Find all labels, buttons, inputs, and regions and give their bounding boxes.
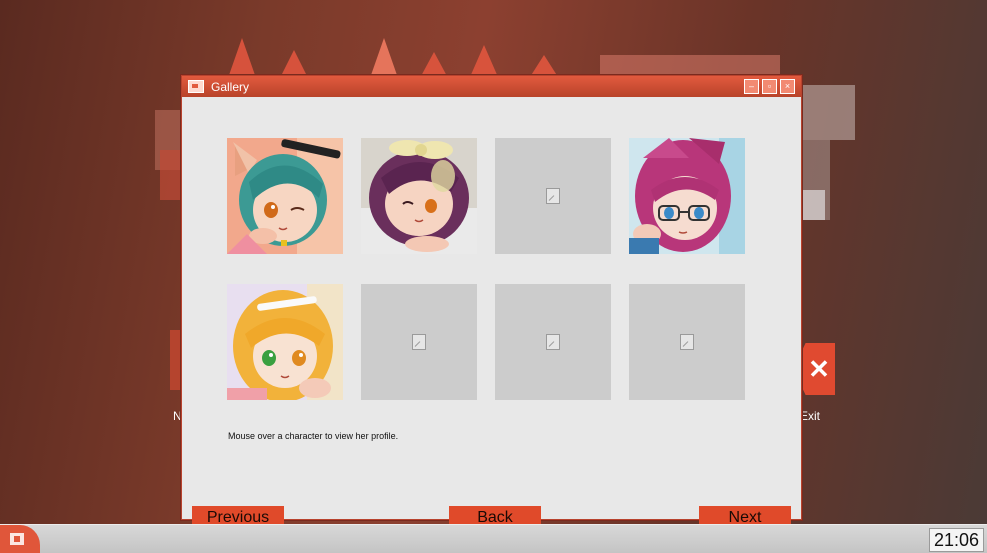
broken-image-icon [412, 334, 426, 350]
character-thumb-4[interactable] [629, 138, 745, 254]
minimize-button[interactable]: – [744, 79, 759, 94]
character-thumb-7-locked[interactable] [495, 284, 611, 400]
broken-image-icon [546, 188, 560, 204]
restore-button[interactable]: ▫ [762, 79, 777, 94]
close-button[interactable]: × [780, 79, 795, 94]
gallery-window-icon [188, 80, 204, 93]
window-titlebar[interactable]: Gallery – ▫ × [182, 76, 801, 97]
character-thumb-6-locked[interactable] [361, 284, 477, 400]
character-grid [227, 138, 747, 400]
taskbar-clock[interactable]: 21:06 [928, 528, 984, 552]
character-thumb-3-locked[interactable] [495, 138, 611, 254]
character-portrait [227, 284, 343, 400]
desktop-exit-label[interactable]: Exit [800, 409, 820, 423]
character-portrait [361, 138, 477, 254]
character-thumb-8-locked[interactable] [629, 284, 745, 400]
taskbar: 21:06 [0, 524, 987, 553]
character-portrait [227, 138, 343, 254]
character-thumb-1[interactable] [227, 138, 343, 254]
window-title: Gallery [211, 79, 250, 94]
character-thumb-2[interactable] [361, 138, 477, 254]
gallery-content: Mouse over a character to view her profi… [182, 97, 801, 530]
gallery-hint: Mouse over a character to view her profi… [228, 431, 399, 441]
broken-image-icon [546, 334, 560, 350]
gallery-window: Gallery – ▫ × Mouse over a character to … [181, 75, 802, 530]
broken-image-icon [680, 334, 694, 350]
character-thumb-5[interactable] [227, 284, 343, 400]
character-portrait [629, 138, 745, 254]
start-menu-button[interactable] [0, 525, 40, 553]
